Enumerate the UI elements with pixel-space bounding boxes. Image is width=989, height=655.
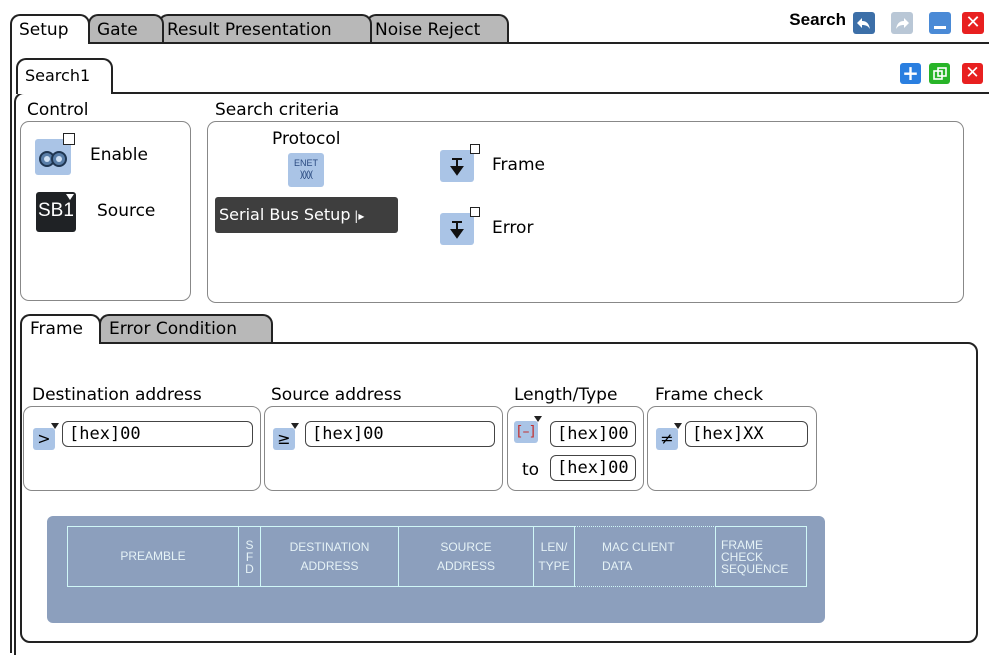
tab-result-presentation[interactable]: Result Presentation — [158, 14, 372, 42]
destination-address-label: Destination address — [32, 385, 202, 405]
frame-check-label: Frame check — [655, 385, 764, 405]
frame-check-operator-button[interactable]: ≠ — [656, 423, 682, 450]
dropdown-indicator-icon — [291, 423, 299, 429]
close-window-button[interactable]: ✕ — [962, 12, 984, 34]
tab-setup[interactable]: Setup — [10, 14, 90, 44]
protocol-icon-text: ENET — [293, 158, 318, 168]
control-label: Control — [27, 100, 89, 120]
dropdown-indicator-icon — [66, 194, 74, 200]
greater-or-equal-icon: ≥ — [277, 429, 291, 448]
diagram-destination-address: DESTINATION ADDRESS — [260, 526, 399, 587]
tab-search1[interactable]: Search1 — [16, 58, 113, 94]
greater-than-icon: > — [37, 429, 51, 448]
source-address-input[interactable]: [hex]00 — [305, 421, 495, 447]
diagram-source-address: SOURCE ADDRESS — [398, 526, 534, 587]
destination-address-input[interactable]: [hex]00 — [62, 421, 253, 447]
tab-frame[interactable]: Frame — [20, 314, 101, 344]
to-label: to — [522, 460, 540, 480]
length-operator-button[interactable]: [–] — [514, 416, 542, 443]
tab-noise-reject[interactable]: Noise Reject — [366, 14, 509, 42]
enable-label: Enable — [90, 145, 148, 165]
protocol-label: Protocol — [272, 129, 341, 149]
frame-checkbox[interactable] — [440, 144, 480, 182]
close-icon: ✕ — [965, 63, 980, 83]
source-operator-button[interactable]: ≥ — [273, 423, 299, 450]
close-icon: ✕ — [965, 12, 981, 33]
length-from-input[interactable]: [hex]00 — [550, 421, 636, 447]
destination-address-group — [23, 406, 261, 491]
trigger-down-icon — [450, 158, 464, 176]
checkbox-icon — [470, 144, 480, 154]
dropdown-indicator-icon — [534, 416, 542, 422]
checkbox-icon — [470, 207, 480, 217]
copy-icon — [932, 66, 947, 80]
copy-search-button[interactable] — [929, 63, 950, 84]
minimize-icon — [934, 26, 946, 29]
source-address-label: Source address — [271, 385, 402, 405]
frame-check-input[interactable]: [hex]XX — [685, 421, 808, 447]
search-criteria-label: Search criteria — [215, 100, 340, 120]
ethernet-protocol-icon: ENET )()()( — [288, 153, 324, 187]
diagram-len-type: LEN/TYPE — [533, 526, 575, 587]
frame-label: Frame — [492, 155, 545, 175]
diagram-mac-client-data: MAC CLIENT DATA — [574, 526, 716, 587]
redo-arrow-icon — [896, 18, 909, 29]
diagram-sfd: SFD — [238, 526, 261, 587]
redo-button[interactable] — [891, 12, 913, 34]
serial-bus-setup-button[interactable]: Serial Bus Setup |▸ — [215, 197, 398, 233]
enable-toggle[interactable] — [35, 133, 75, 175]
length-type-label: Length/Type — [514, 385, 618, 405]
window-title: Search — [789, 10, 846, 29]
minimize-button[interactable] — [929, 12, 951, 34]
length-to-input[interactable]: [hex]00 — [550, 455, 636, 481]
error-label: Error — [492, 218, 534, 238]
dropdown-indicator-icon — [674, 423, 682, 429]
range-icon: [–] — [517, 424, 535, 440]
source-value: SB1 — [38, 200, 74, 221]
tab-gate[interactable]: Gate — [88, 14, 164, 42]
plus-icon: + — [902, 61, 919, 85]
undo-arrow-icon — [857, 18, 870, 29]
tab-error-condition[interactable]: Error Condition — [99, 314, 273, 342]
serial-bus-setup-label: Serial Bus Setup — [219, 205, 351, 224]
checkbox-icon — [63, 133, 75, 145]
undo-button[interactable] — [853, 12, 875, 34]
error-checkbox[interactable] — [440, 207, 480, 245]
delete-search-button[interactable]: ✕ — [962, 63, 983, 84]
source-select[interactable]: SB1 — [36, 192, 76, 232]
binoculars-icon — [39, 151, 67, 167]
source-address-group — [264, 406, 503, 491]
source-label: Source — [97, 201, 156, 221]
diagram-frame-check-sequence: FRAME CHECK SEQUENCE — [715, 526, 807, 587]
trigger-down-icon — [450, 221, 464, 239]
submenu-arrow-icon: |▸ — [350, 209, 365, 223]
not-equal-icon: ≠ — [660, 429, 674, 448]
diagram-preamble: PREAMBLE — [67, 526, 239, 587]
dropdown-indicator-icon — [51, 423, 59, 429]
destination-operator-button[interactable]: > — [33, 423, 59, 450]
add-search-button[interactable]: + — [900, 63, 921, 84]
